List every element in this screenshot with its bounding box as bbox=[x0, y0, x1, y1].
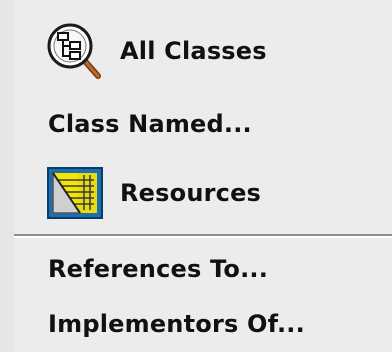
menu-left-edge bbox=[0, 0, 14, 352]
menu-item-label: Implementors Of... bbox=[48, 310, 305, 338]
menu-item-label: All Classes bbox=[120, 37, 267, 65]
menu-item-class-named[interactable]: Class Named... bbox=[14, 96, 392, 152]
menu-item-references-to[interactable]: References To... bbox=[14, 242, 392, 296]
menu-item-all-classes[interactable]: All Classes bbox=[14, 20, 392, 82]
class-hierarchy-magnifier-icon bbox=[44, 20, 106, 82]
menu-item-label: Class Named... bbox=[48, 110, 252, 138]
menu-item-label: Resources bbox=[120, 179, 262, 207]
popup-menu: All Classes Class Named... Resources Ref… bbox=[0, 0, 392, 352]
menu-item-resources[interactable]: Resources bbox=[14, 160, 392, 226]
menu-item-implementors-of[interactable]: Implementors Of... bbox=[14, 296, 392, 352]
resources-image-icon bbox=[44, 162, 106, 224]
menu-item-label: References To... bbox=[48, 255, 269, 283]
menu-separator bbox=[14, 234, 392, 238]
